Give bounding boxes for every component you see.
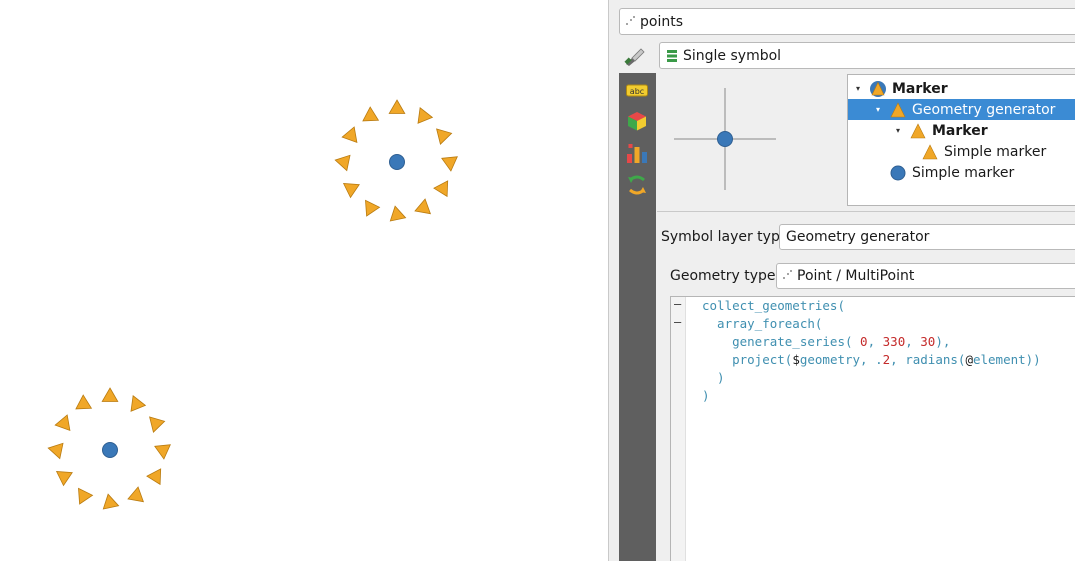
generated-triangle-marker [47, 442, 64, 460]
expression-code: collect_geometries( array_foreach( gener… [702, 297, 1041, 405]
symbology-brush-icon[interactable] [623, 47, 645, 67]
diagrams-icon[interactable] [625, 142, 649, 164]
expand-arrow-icon[interactable]: ▾ [892, 125, 904, 137]
code-line-1: collect_geometries( [702, 298, 845, 313]
generated-triangle-marker [414, 198, 432, 215]
single-symbol-icon [667, 49, 677, 62]
generated-triangle-marker [78, 487, 94, 505]
generated-triangle-marker [389, 205, 407, 222]
layer-combo-value: points [640, 13, 683, 30]
generated-triangle-marker [436, 128, 453, 145]
tree-item-geometry-generator[interactable]: ▾ Geometry generator [848, 99, 1075, 120]
point-layer-icon [626, 15, 635, 28]
generated-triangle-marker [341, 126, 358, 144]
layer-combo[interactable]: points [619, 8, 1075, 35]
labels-icon[interactable]: abc [625, 80, 649, 102]
generated-triangle-marker [55, 471, 73, 487]
marker-triangle-icon [870, 80, 886, 97]
generated-triangle-marker [433, 180, 449, 198]
generated-triangle-marker [362, 106, 380, 122]
tree-item-simple-marker-circle[interactable]: Simple marker [848, 162, 1075, 183]
code-line-5: ) [702, 370, 725, 385]
point-feature-1 [334, 99, 458, 222]
tree-item-label: Marker [932, 122, 988, 139]
code-line-6: ) [702, 388, 710, 403]
generated-triangle-marker [417, 107, 434, 124]
history-icon[interactable] [625, 174, 649, 196]
fold-marker-icon[interactable]: – [674, 297, 681, 311]
triangle-icon [910, 122, 926, 138]
map-canvas[interactable] [0, 0, 608, 561]
circle-icon [890, 165, 906, 180]
styling-side-toolbar: abc [619, 73, 656, 561]
generated-triangle-marker [146, 468, 162, 486]
tree-item-marker[interactable]: ▾ Marker [848, 78, 1075, 99]
expand-arrow-icon[interactable]: ▾ [872, 104, 884, 116]
generated-triangle-marker [342, 183, 360, 199]
point-geometry-icon [783, 270, 792, 282]
generated-triangle-marker [441, 156, 458, 172]
geometry-type-label: Geometry type [670, 268, 776, 284]
tree-item-label: Simple marker [944, 143, 1047, 160]
generated-triangle-marker [102, 493, 120, 510]
point-marker [389, 154, 405, 170]
geometry-type-value: Point / MultiPoint [797, 268, 915, 284]
triangle-icon [890, 101, 906, 117]
generated-triangle-marker [149, 416, 166, 433]
geometry-type-combo[interactable]: Point / MultiPoint [776, 263, 1075, 289]
generated-triangle-marker [75, 394, 93, 410]
generated-triangle-marker [334, 154, 351, 172]
generated-triangle-marker [130, 395, 147, 412]
expand-arrow-icon[interactable]: ▾ [852, 83, 864, 95]
symbol-layer-type-label: Symbol layer type [661, 229, 789, 245]
generated-triangle-marker [154, 444, 171, 460]
renderer-combo[interactable]: Single symbol [659, 42, 1075, 69]
symbol-layer-tree: ▾ Marker ▾ Geometry generator ▾ Marker S… [847, 74, 1075, 206]
expression-editor[interactable]: – – collect_geometries( array_foreach( g… [670, 296, 1075, 561]
symbol-preview [674, 88, 776, 190]
map-svg [47, 99, 458, 510]
triangle-icon [922, 143, 938, 159]
point-feature-2 [47, 387, 171, 510]
tree-item-marker-child[interactable]: ▾ Marker [848, 120, 1075, 141]
fold-marker-icon[interactable]: – [674, 315, 681, 329]
svg-text:abc: abc [630, 87, 644, 96]
generated-triangle-marker [101, 387, 119, 402]
renderer-combo-value: Single symbol [683, 47, 782, 64]
symbol-selector: ▾ Marker ▾ Geometry generator ▾ Marker S… [657, 71, 1075, 211]
code-line-3: generate_series( 0, 330, 30), [702, 334, 951, 349]
renderer-row: Single symbol [609, 42, 1075, 70]
generated-triangle-marker [54, 414, 71, 432]
generated-triangle-marker [365, 199, 381, 217]
code-line-2: array_foreach( [702, 316, 823, 331]
symbol-layer-type-value: Geometry generator [786, 229, 930, 245]
tree-item-label: Geometry generator [912, 101, 1056, 118]
tree-item-simple-marker-triangle[interactable]: Simple marker [848, 141, 1075, 162]
symbol-layer-properties: Symbol layer type Geometry generator Geo… [657, 211, 1075, 561]
generated-triangle-marker [127, 486, 145, 503]
generated-triangle-marker [388, 99, 406, 114]
fold-gutter: – – [671, 297, 686, 561]
point-marker [102, 442, 118, 458]
code-line-4: project($geometry, .2, radians(@element)… [702, 352, 1041, 367]
tree-item-label: Simple marker [912, 164, 1015, 181]
3d-view-icon[interactable] [625, 110, 649, 132]
layer-styling-panel: points Single symbol abc ▾ Marker ▾ Geom… [608, 0, 1075, 561]
tree-item-label: Marker [892, 80, 948, 97]
symbol-layer-type-combo[interactable]: Geometry generator [779, 224, 1075, 250]
